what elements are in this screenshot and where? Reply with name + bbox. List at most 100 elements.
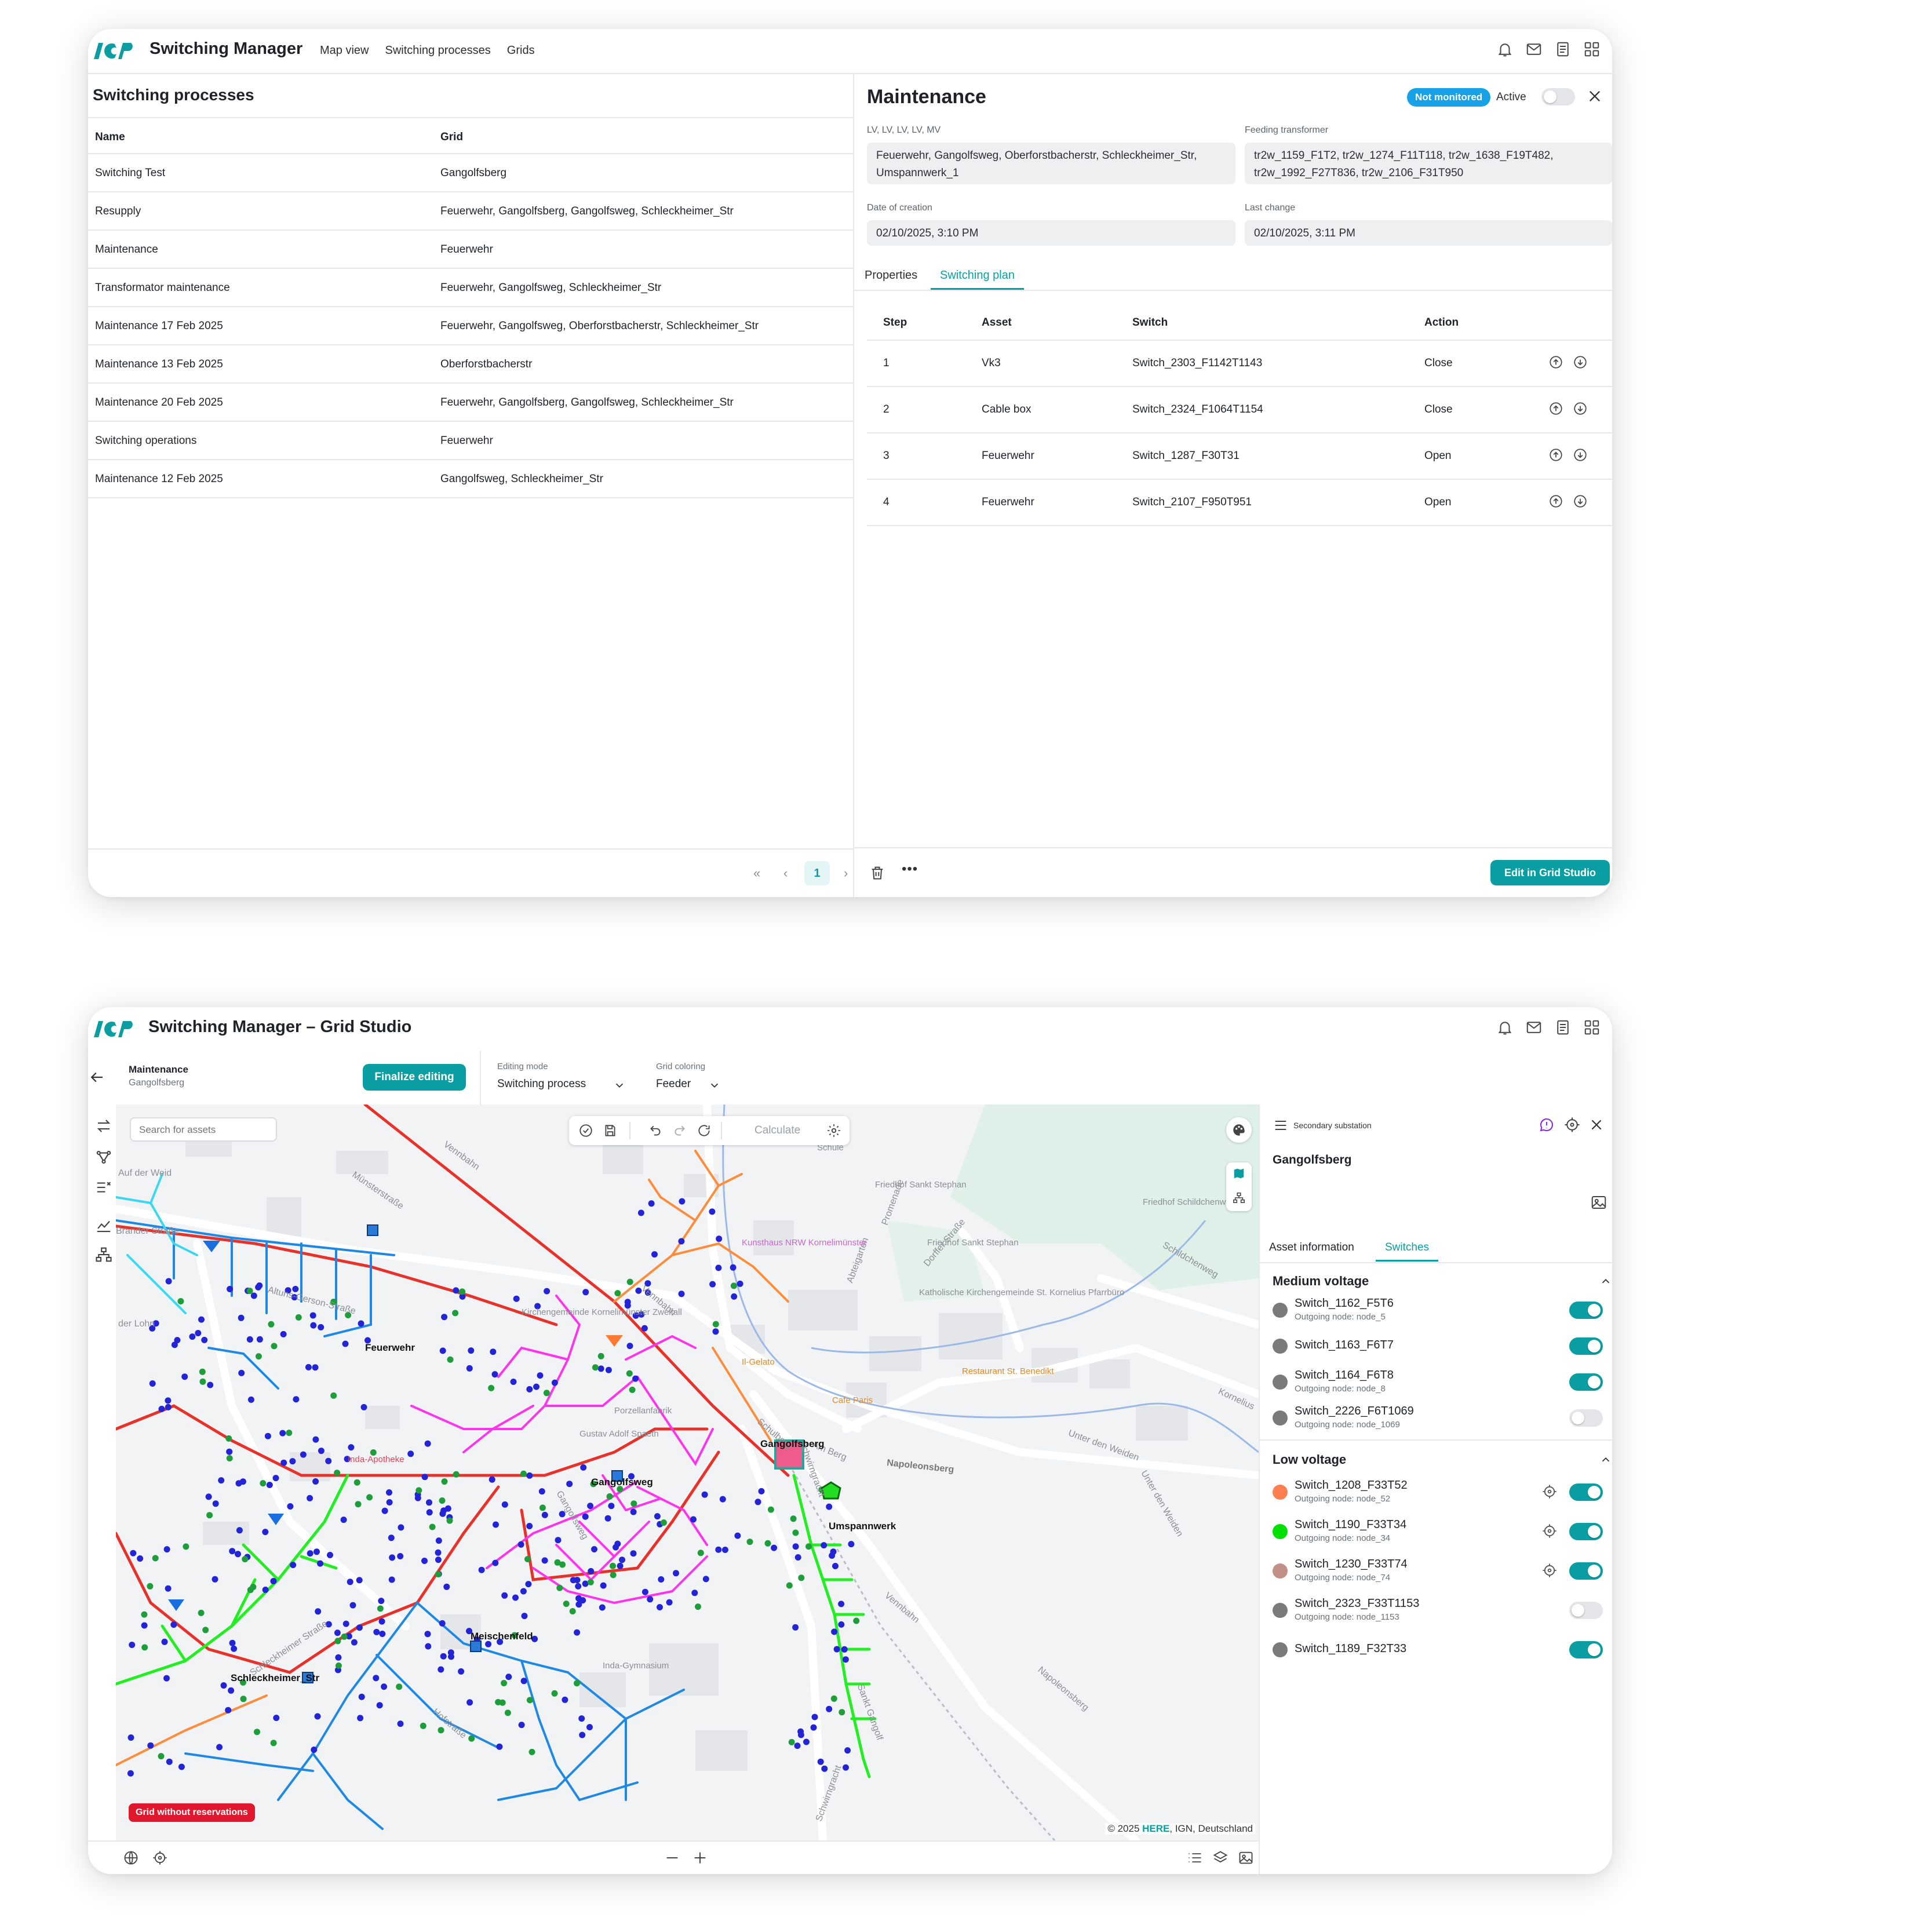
switch-toggle[interactable] bbox=[1569, 1302, 1603, 1319]
gear-icon[interactable] bbox=[826, 1123, 841, 1138]
grid-node[interactable] bbox=[510, 1379, 517, 1385]
grid-node[interactable] bbox=[397, 1553, 404, 1559]
grid-node[interactable] bbox=[158, 1753, 165, 1760]
grid-node[interactable] bbox=[165, 1397, 172, 1404]
grid-node[interactable] bbox=[458, 1668, 465, 1675]
grid-node[interactable] bbox=[335, 1654, 342, 1661]
grid-node[interactable] bbox=[289, 1458, 296, 1465]
grid-node[interactable] bbox=[678, 1291, 685, 1297]
grid-node[interactable] bbox=[539, 1504, 546, 1511]
grid-node[interactable] bbox=[543, 1390, 550, 1397]
grid-node[interactable] bbox=[544, 1288, 551, 1295]
grid-node[interactable] bbox=[229, 1639, 236, 1646]
trash-icon[interactable] bbox=[869, 865, 885, 881]
grid-node[interactable] bbox=[218, 1477, 225, 1484]
grid-node[interactable] bbox=[617, 1562, 624, 1569]
grid-node[interactable] bbox=[588, 1568, 595, 1574]
grid-node[interactable] bbox=[444, 1505, 451, 1512]
locate-icon[interactable] bbox=[1541, 1523, 1558, 1539]
edit-in-grid-studio-button[interactable]: Edit in Grid Studio bbox=[1490, 860, 1610, 885]
bell-icon[interactable] bbox=[1496, 41, 1514, 58]
grid-node[interactable] bbox=[147, 1742, 154, 1749]
table-row[interactable]: Maintenance 12 Feb 2025 Gangolfsweg, Schl… bbox=[88, 460, 853, 498]
grid-node[interactable] bbox=[443, 1583, 450, 1590]
grid-node[interactable] bbox=[853, 1617, 860, 1624]
grid-node[interactable] bbox=[378, 1598, 385, 1605]
grid-label-umspannwerk[interactable]: Umspannwerk bbox=[829, 1521, 896, 1532]
grid-node[interactable] bbox=[712, 1328, 719, 1335]
grid-node[interactable] bbox=[452, 1310, 459, 1317]
move-down-icon[interactable] bbox=[1573, 447, 1588, 462]
more-options-button[interactable]: ••• bbox=[902, 861, 918, 877]
switch-row[interactable]: Switch_1190_F33T34 Outgoing node: node_34 bbox=[1260, 1512, 1612, 1551]
grid-node[interactable] bbox=[231, 1645, 238, 1652]
grid-node[interactable] bbox=[831, 1628, 838, 1635]
grid-node[interactable] bbox=[195, 1330, 202, 1336]
grid-node[interactable] bbox=[613, 1544, 619, 1551]
grid-node[interactable] bbox=[357, 1715, 364, 1722]
grid-node[interactable] bbox=[228, 1687, 235, 1694]
grid-label-meischenfeld[interactable]: Meischenfeld bbox=[471, 1631, 533, 1642]
grid-node[interactable] bbox=[848, 1541, 855, 1548]
grid-node[interactable] bbox=[220, 1682, 227, 1689]
switch-row[interactable]: Switch_1164_F6T8 Outgoing node: node_8 bbox=[1260, 1363, 1612, 1401]
map-canvas[interactable] bbox=[116, 1104, 1259, 1840]
grid-node[interactable] bbox=[658, 1576, 665, 1583]
grid-node[interactable] bbox=[493, 1521, 499, 1528]
grid-node[interactable] bbox=[170, 1621, 177, 1628]
grid-node[interactable] bbox=[533, 1383, 539, 1390]
grid-node[interactable] bbox=[415, 1487, 422, 1494]
grid-node[interactable] bbox=[555, 1537, 562, 1544]
grid-label-gangolfsberg[interactable]: Gangolfsberg bbox=[760, 1438, 825, 1450]
grid-node[interactable] bbox=[754, 1499, 761, 1505]
table-row[interactable]: Transformator maintenance Feuerwehr, Gang… bbox=[88, 269, 853, 307]
grid-node[interactable] bbox=[435, 1537, 442, 1544]
grid-label-schleckheimer-str[interactable]: Schleckheimer_Str bbox=[231, 1672, 319, 1684]
grid-node[interactable] bbox=[152, 1555, 159, 1562]
grid-node[interactable] bbox=[830, 1695, 837, 1702]
switch-row[interactable]: Switch_2323_F33T1153 Outgoing node: node_… bbox=[1260, 1591, 1612, 1630]
tab-properties[interactable]: Properties bbox=[865, 269, 917, 282]
grid-node[interactable] bbox=[490, 1348, 497, 1355]
grid-node[interactable] bbox=[587, 1503, 594, 1510]
grid-node[interactable] bbox=[242, 1556, 249, 1563]
grid-node[interactable] bbox=[270, 1578, 277, 1584]
grid-node[interactable] bbox=[198, 1609, 205, 1616]
grid-node[interactable] bbox=[386, 1489, 392, 1496]
grid-node[interactable] bbox=[165, 1404, 172, 1410]
grid-node[interactable] bbox=[526, 1386, 533, 1393]
grid-node[interactable] bbox=[347, 1579, 353, 1585]
grid-node[interactable] bbox=[797, 1731, 804, 1738]
grid-node[interactable] bbox=[314, 1548, 320, 1555]
grid-node[interactable] bbox=[637, 1209, 644, 1216]
grid-node[interactable] bbox=[641, 1325, 648, 1332]
grid-node[interactable] bbox=[381, 1683, 388, 1690]
grid-node[interactable] bbox=[833, 1646, 840, 1653]
finalize-editing-button[interactable]: Finalize editing bbox=[363, 1064, 466, 1091]
section-low-voltage[interactable]: Low voltage bbox=[1273, 1452, 1346, 1467]
nav-switching-processes[interactable]: Switching processes bbox=[385, 44, 490, 57]
grid-node[interactable] bbox=[312, 1436, 319, 1443]
grid-node[interactable] bbox=[286, 1430, 293, 1437]
grid-node[interactable] bbox=[695, 1603, 701, 1610]
grid-node[interactable] bbox=[551, 1690, 558, 1697]
grid-node[interactable] bbox=[315, 1608, 322, 1615]
grid-node[interactable] bbox=[832, 1563, 839, 1569]
grid-node[interactable] bbox=[377, 1605, 384, 1612]
grid-node[interactable] bbox=[414, 1494, 421, 1501]
grid-node[interactable] bbox=[366, 1494, 373, 1501]
grid-node[interactable] bbox=[501, 1680, 508, 1686]
grid-node[interactable] bbox=[792, 1543, 799, 1550]
grid-node[interactable] bbox=[426, 1509, 433, 1516]
layers-icon[interactable] bbox=[1212, 1850, 1229, 1866]
switch-row[interactable]: Switch_1163_F6T7 bbox=[1260, 1327, 1612, 1365]
grid-node[interactable] bbox=[348, 1444, 355, 1451]
move-down-icon[interactable] bbox=[1573, 401, 1588, 416]
grid-node[interactable] bbox=[591, 1546, 597, 1552]
grid-node[interactable] bbox=[716, 1235, 723, 1242]
grid-node[interactable] bbox=[439, 1347, 446, 1354]
grid-node[interactable] bbox=[604, 1515, 611, 1522]
grid-node[interactable] bbox=[758, 1488, 765, 1494]
grid-node[interactable] bbox=[421, 1558, 428, 1564]
grid-node[interactable] bbox=[290, 1562, 297, 1569]
